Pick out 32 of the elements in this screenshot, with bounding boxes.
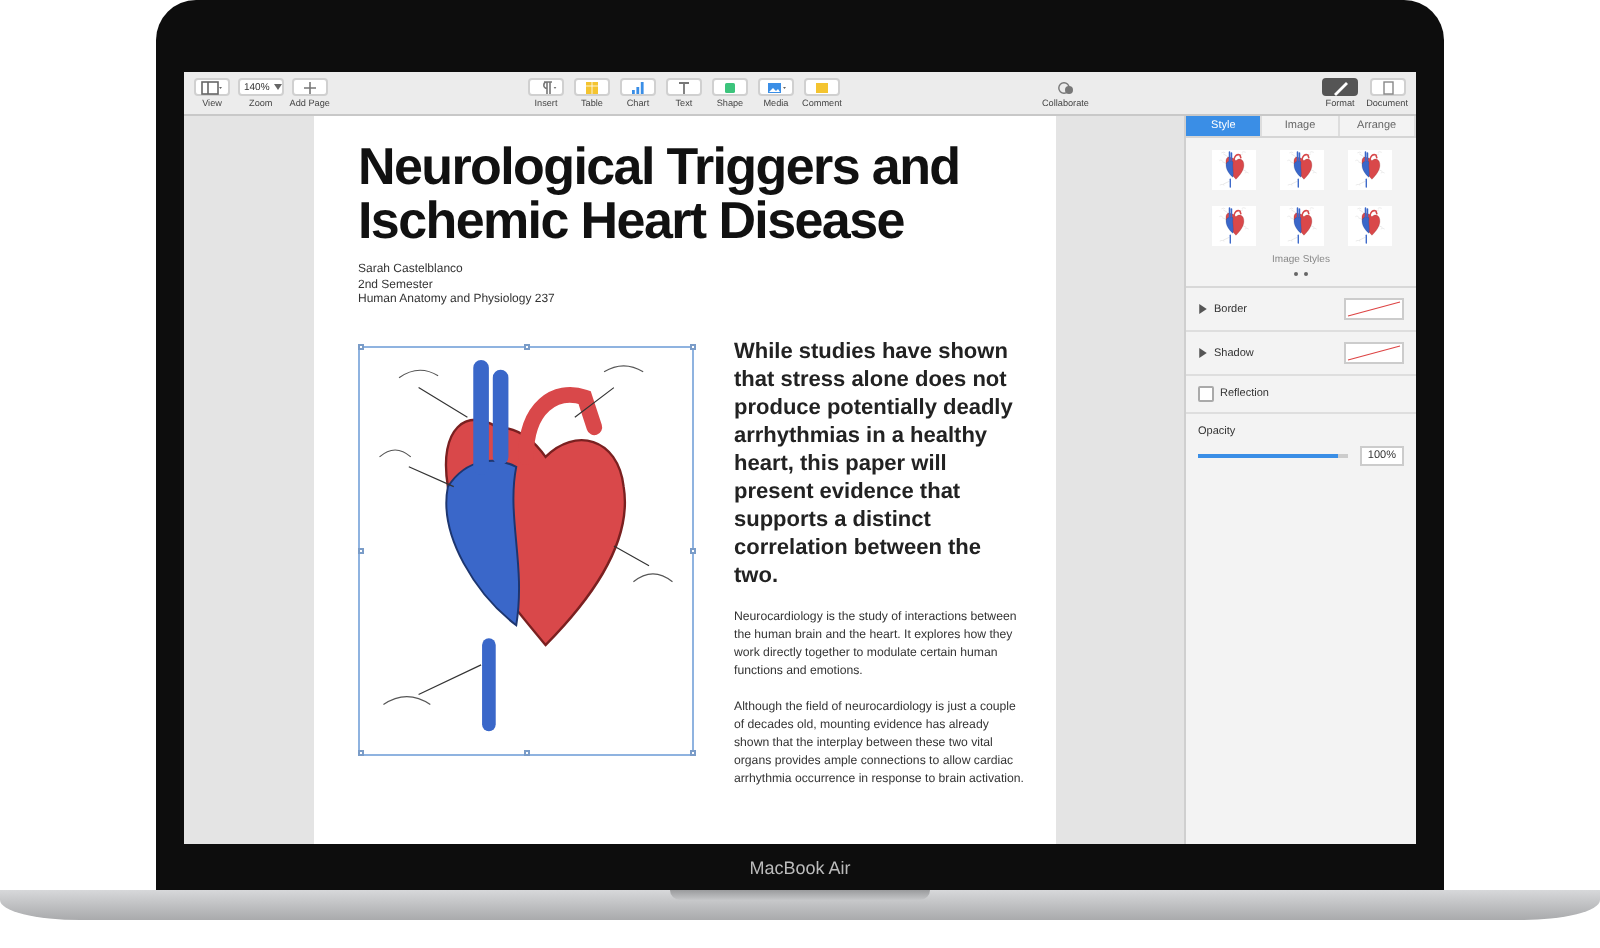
people-icon	[1053, 79, 1078, 95]
image-style-thumbnail[interactable]	[1211, 206, 1255, 246]
heart-thumbnail-drawing	[1354, 207, 1384, 244]
sidebar-view-icon	[200, 79, 224, 95]
lead-paragraph: While studies have shown that stress alone does not produce potentially deadly arrhythmias in a healthy heart, this paper will present evidence that supports a distinct correlation between the two.	[734, 337, 1015, 589]
checkbox[interactable]	[1198, 386, 1214, 402]
selection-handle[interactable]	[357, 547, 363, 553]
caret-icon	[273, 84, 282, 90]
heart-thumbnail-drawing	[1354, 151, 1384, 188]
image-frame[interactable]	[358, 345, 694, 755]
selection-handle[interactable]	[689, 547, 695, 553]
selection-handle[interactable]	[523, 344, 529, 350]
selection-handle[interactable]	[689, 750, 695, 756]
selection-handle[interactable]	[689, 344, 695, 350]
device-label: MacBook Air	[749, 857, 851, 877]
image-style-thumbnail[interactable]	[1279, 150, 1323, 190]
disclosure-triangle-icon[interactable]	[1198, 304, 1208, 314]
image-style-thumbnail[interactable]	[1347, 206, 1391, 246]
selection-handle[interactable]	[357, 344, 363, 350]
none-swatch[interactable]	[1344, 342, 1404, 364]
heart-thumbnail-drawing	[1218, 207, 1248, 244]
document-title: Neurological Triggers and Ischemic Heart Disease	[358, 140, 962, 248]
image-style-thumbnail[interactable]	[1279, 206, 1323, 246]
selection-handle[interactable]	[357, 750, 363, 756]
heart-thumbnail-drawing	[1286, 207, 1316, 244]
selection-handle[interactable]	[523, 750, 529, 756]
none-swatch[interactable]	[1344, 298, 1404, 320]
image-style-thumbnail[interactable]	[1211, 150, 1255, 190]
heart-thumbnail-drawing	[1286, 151, 1316, 188]
heart-thumbnail-drawing	[1218, 151, 1248, 188]
image-style-thumbnail[interactable]	[1347, 150, 1391, 190]
disclosure-triangle-icon[interactable]	[1198, 348, 1208, 358]
